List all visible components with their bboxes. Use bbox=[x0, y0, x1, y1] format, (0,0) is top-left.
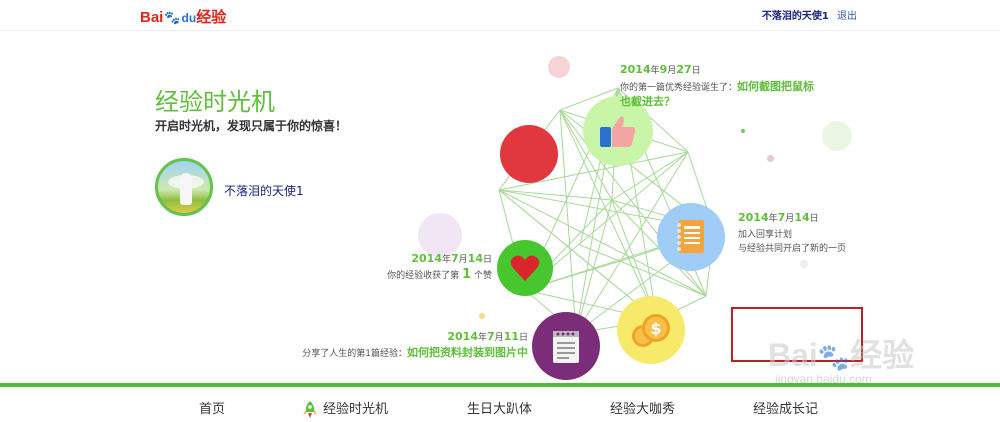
notepad-icon bbox=[553, 331, 579, 363]
entry-2-year-unit: 年 bbox=[768, 214, 778, 224]
bottom-nav: 首页 经验时光机 生日大趴体 经验大咖秀 经验成长记 bbox=[0, 387, 1000, 422]
thumbs-up-icon bbox=[600, 116, 636, 147]
entry-1-month-unit: 月 bbox=[667, 66, 677, 76]
timeline-entry-1: 2014年9月27日 你的第一篇优秀经验诞生了：如何截图把鼠标也截进去？ bbox=[620, 63, 820, 110]
entry-4-text: 分享了人生的第1篇经验： bbox=[302, 349, 407, 359]
entry-4-article-link[interactable]: 如何把资料封装到图片中 bbox=[407, 346, 528, 359]
entry-2-day-unit: 日 bbox=[809, 214, 819, 224]
entry-3-day: 14 bbox=[467, 252, 483, 265]
nav-show[interactable]: 经验大咖秀 bbox=[610, 398, 675, 417]
entry-1-year: 2014 bbox=[620, 63, 651, 76]
node-notepad[interactable] bbox=[532, 312, 600, 380]
watermark-brand-b: 经验 bbox=[850, 337, 915, 373]
nav-home[interactable]: 首页 bbox=[199, 398, 225, 417]
entry-1-day: 27 bbox=[676, 63, 692, 76]
entry-4-year-unit: 年 bbox=[477, 333, 487, 343]
entry-3-month-unit: 月 bbox=[458, 255, 468, 265]
timeline-entry-3: 2014年7月14日 你的经验收获了第 1 个赞 bbox=[380, 252, 492, 283]
entry-2-line1: 加入回享计划 bbox=[738, 230, 793, 240]
entry-3-like-count: 1 bbox=[462, 267, 472, 282]
entry-3-year-unit: 年 bbox=[441, 255, 451, 265]
node-heart[interactable] bbox=[497, 240, 553, 296]
entry-4-day: 11 bbox=[503, 330, 519, 343]
svg-text:$: $ bbox=[650, 319, 661, 338]
heart-icon bbox=[510, 255, 540, 281]
timeline-entry-4: 2014年7月11日 分享了人生的第1篇经验：如何把资料封装到图片中 bbox=[292, 330, 528, 361]
entry-4-date: 2014年7月11日 bbox=[292, 330, 528, 345]
nav-birthday[interactable]: 生日大趴体 bbox=[467, 398, 532, 417]
entry-3-month: 7 bbox=[451, 252, 459, 265]
timeline-entry-2: 2014年7月14日 加入回享计划 与经验共同开启了新的一页 bbox=[738, 211, 898, 256]
entry-3-text-a: 你的经验收获了第 bbox=[387, 271, 460, 281]
entry-3-text-b: 个赞 bbox=[473, 271, 492, 281]
nav-time-machine[interactable]: 经验时光机 bbox=[303, 398, 388, 419]
watermark-brand-a: Bai bbox=[768, 337, 818, 373]
entry-2-date: 2014年7月14日 bbox=[738, 211, 898, 226]
entry-4-day-unit: 日 bbox=[518, 333, 528, 343]
entry-2-month-unit: 月 bbox=[785, 214, 795, 224]
node-red[interactable] bbox=[500, 125, 558, 183]
notebook-icon bbox=[677, 220, 704, 253]
rocket-icon bbox=[303, 400, 317, 418]
entry-1-date: 2014年9月27日 bbox=[620, 63, 820, 78]
entry-3-year: 2014 bbox=[411, 252, 442, 265]
node-coins[interactable]: $ bbox=[617, 296, 685, 364]
entry-4-month: 7 bbox=[487, 330, 495, 343]
entry-1-day-unit: 日 bbox=[691, 66, 701, 76]
entry-3-date: 2014年7月14日 bbox=[380, 252, 492, 267]
entry-2-day: 14 bbox=[794, 211, 810, 224]
entry-1-year-unit: 年 bbox=[650, 66, 660, 76]
baidu-watermark: Bai🐾经验 bbox=[768, 337, 915, 373]
entry-2-line2: 与经验共同开启了新的一页 bbox=[738, 244, 847, 254]
coins-icon: $ bbox=[632, 314, 670, 347]
nav-time-machine-label: 经验时光机 bbox=[323, 402, 389, 417]
entry-2-year: 2014 bbox=[738, 211, 769, 224]
entry-1-text: 你的第一篇优秀经验诞生了： bbox=[620, 83, 738, 93]
node-notebook[interactable] bbox=[657, 203, 725, 271]
entry-3-day-unit: 日 bbox=[482, 255, 492, 265]
nav-growth[interactable]: 经验成长记 bbox=[753, 398, 818, 417]
entry-4-year: 2014 bbox=[447, 330, 478, 343]
entry-4-month-unit: 月 bbox=[494, 333, 504, 343]
